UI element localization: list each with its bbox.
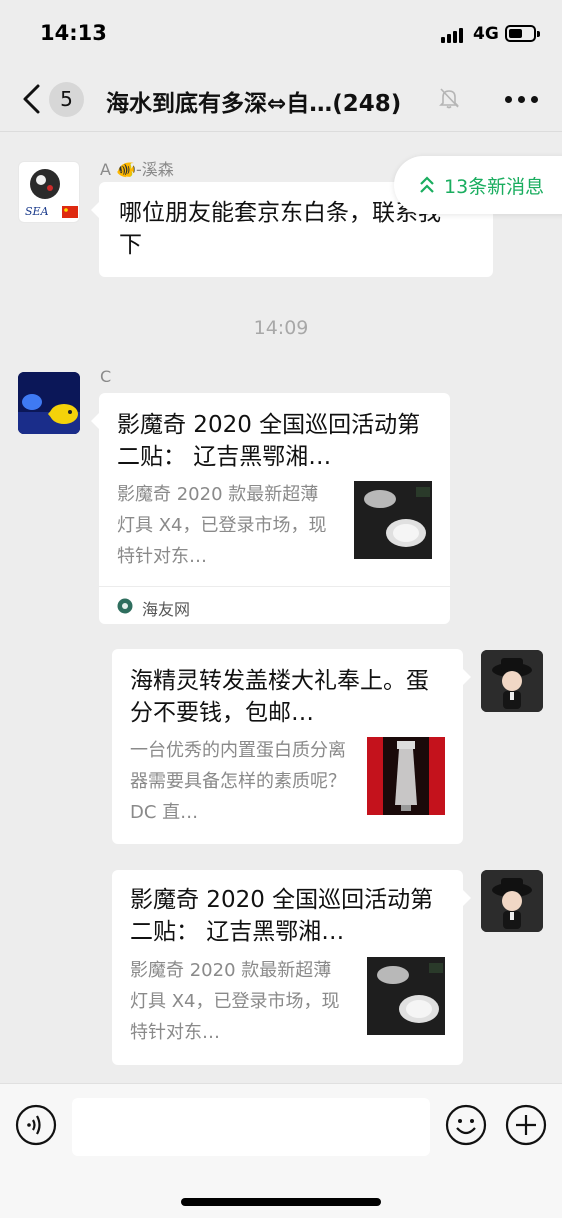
emoji-icon[interactable]	[445, 1104, 487, 1146]
card-description: 一台优秀的内置蛋白质分离器需要具备怎样的素质呢？DC 直…	[130, 740, 346, 823]
avatar[interactable]: SEA	[18, 161, 80, 223]
status-bar: 14:13 4G	[0, 0, 562, 66]
sender-name: C	[100, 367, 112, 386]
my-avatar[interactable]	[481, 870, 543, 932]
unread-count-badge[interactable]: 5	[49, 82, 84, 117]
mute-icon	[439, 88, 459, 109]
card-title: 影魔奇 2020 全国巡回活动第二贴： 辽吉黑鄂湘…	[130, 887, 434, 945]
new-messages-label: 13条新消息	[444, 176, 545, 198]
message-timestamp: 14:09	[253, 317, 309, 339]
svg-text:SEA: SEA	[25, 205, 49, 218]
avatar[interactable]	[18, 372, 80, 434]
card-thumbnail	[367, 737, 445, 815]
my-avatar[interactable]	[481, 650, 543, 712]
link-card[interactable]: 海精灵转发盖楼大礼奉上。蛋分不要钱，包邮… 一台优秀的内置蛋白质分离器需要具备怎…	[112, 649, 471, 844]
back-icon[interactable]	[20, 82, 44, 116]
plus-icon[interactable]	[505, 1104, 547, 1146]
sender-name: A 🐠-溪森	[100, 160, 174, 179]
card-source-name: 海友网	[142, 600, 191, 619]
link-card[interactable]: 影魔奇 2020 全国巡回活动第二贴： 辽吉黑鄂湘… 影魔奇 2020 款最新超…	[112, 870, 471, 1065]
card-thumbnail	[367, 957, 445, 1035]
signal-icon	[441, 27, 467, 43]
card-thumbnail	[354, 481, 432, 559]
double-chevron-up-icon	[420, 176, 434, 193]
card-source: 海友网	[99, 586, 450, 624]
card-description: 影魔奇 2020 款最新超薄灯具 X4，已登录市场，现特针对东…	[130, 960, 340, 1043]
battery-icon	[505, 25, 540, 42]
globe-icon	[117, 598, 133, 614]
chat-title: 海水到底有多深⇔自…(248)	[106, 91, 402, 117]
chat-header: 5 海水到底有多深⇔自…(248)	[0, 66, 562, 132]
card-title: 影魔奇 2020 全国巡回活动第二贴： 辽吉黑鄂湘…	[117, 412, 421, 470]
home-indicator[interactable]	[181, 1198, 381, 1206]
message-input[interactable]	[72, 1098, 430, 1156]
card-description: 影魔奇 2020 款最新超薄灯具 X4，已登录市场，现特针对东…	[117, 484, 327, 567]
link-card[interactable]: 影魔奇 2020 全国巡回活动第二贴： 辽吉黑鄂湘… 影魔奇 2020 款最新超…	[91, 393, 450, 624]
network-type: 4G	[473, 24, 499, 44]
status-time: 14:13	[40, 21, 107, 45]
card-title: 海精灵转发盖楼大礼奉上。蛋分不要钱，包邮…	[130, 668, 429, 726]
voice-icon[interactable]	[15, 1104, 57, 1146]
new-messages-button[interactable]: 13条新消息	[394, 156, 562, 214]
more-icon[interactable]	[503, 96, 539, 104]
